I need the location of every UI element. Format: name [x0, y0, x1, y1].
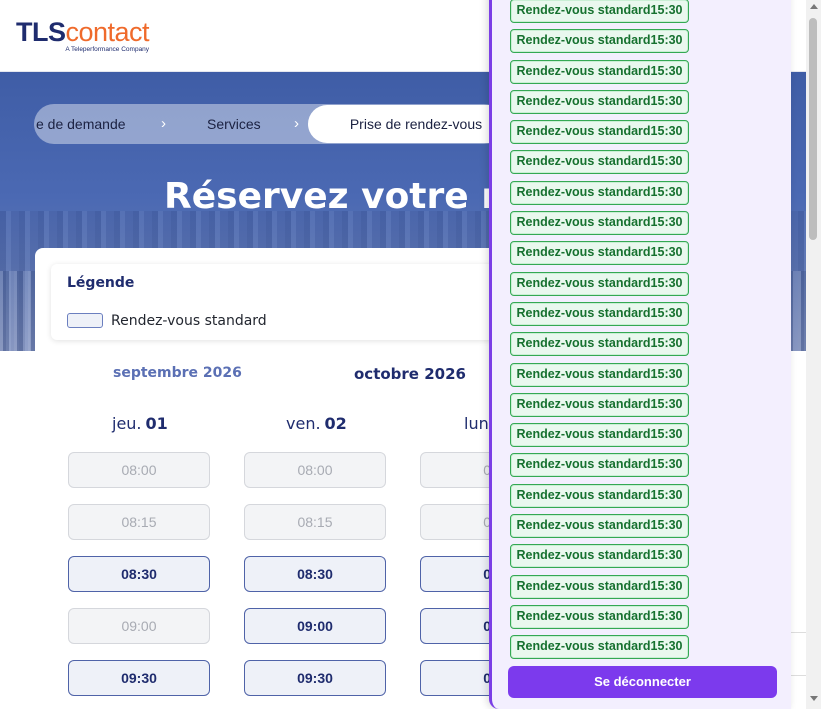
slot-tag[interactable]: Rendez-vous standard15:30 — [510, 332, 689, 357]
slot-tag[interactable]: Rendez-vous standard15:30 — [510, 120, 689, 145]
time-slot-available[interactable]: 09:30 — [68, 660, 210, 696]
slot-tag[interactable]: Rendez-vous standard15:30 — [510, 89, 689, 114]
time-slot: 08:00 — [68, 452, 210, 488]
day-header: jeu. 01 — [112, 414, 168, 433]
page: TLScontact A Teleperformance Company e d… — [0, 0, 821, 709]
time-slot: 08:15 — [244, 504, 386, 540]
slot-tag[interactable]: Rendez-vous standard15:30 — [510, 211, 689, 236]
slot-tag[interactable]: Rendez-vous standard15:30 — [510, 483, 689, 508]
scrollbar-thumb[interactable] — [809, 18, 817, 240]
time-slot-available[interactable]: 09:30 — [244, 660, 386, 696]
floating-widget[interactable] — [790, 632, 806, 676]
day-number: 02 — [324, 414, 347, 433]
step-type-de-demande[interactable]: e de demande — [36, 104, 126, 144]
time-slot: 08:15 — [68, 504, 210, 540]
logo-tagline: A Teleperformance Company — [65, 46, 150, 53]
legend-title: Légende — [67, 275, 135, 291]
slot-tag[interactable]: Rendez-vous standard15:30 — [510, 453, 689, 478]
slot-tag[interactable]: Rendez-vous standard15:30 — [510, 392, 689, 417]
slot-tag[interactable]: Rendez-vous standard15:30 — [510, 241, 689, 266]
day-name: jeu. — [112, 414, 142, 433]
day-header: ven. 02 — [286, 414, 347, 433]
slot-tag[interactable]: Rendez-vous standard15:30 — [510, 301, 689, 326]
time-slot: 09:00 — [68, 608, 210, 644]
slot-tag[interactable]: Rendez-vous standard15:30 — [510, 362, 689, 387]
standard-swatch — [67, 313, 103, 328]
slot-tag[interactable]: Rendez-vous standard15:30 — [510, 271, 689, 296]
slot-tag[interactable]: Rendez-vous standard15:30 — [510, 514, 689, 539]
day-name: ven. — [286, 414, 321, 433]
slot-overlay-panel: Rendez-vous standard15:30 Rendez-vous sta… — [489, 0, 791, 709]
logo-contact-text: contact — [65, 17, 150, 47]
time-slot: 08:00 — [244, 452, 386, 488]
available-slots-list: Rendez-vous standard15:30 Rendez-vous sta… — [510, 0, 689, 666]
chevron-right-icon: › — [161, 115, 166, 132]
page-scrollbar[interactable] — [806, 0, 821, 709]
slot-tag[interactable]: Rendez-vous standard15:30 — [510, 574, 689, 599]
slot-tag[interactable]: Rendez-vous standard15:30 — [510, 635, 689, 660]
chevron-right-icon: › — [294, 115, 299, 132]
slot-tag[interactable]: Rendez-vous standard15:30 — [510, 604, 689, 629]
time-slot-available[interactable]: 08:30 — [68, 556, 210, 592]
day-header: lun — [464, 414, 489, 433]
slot-tag[interactable]: Rendez-vous standard15:30 — [510, 423, 689, 448]
slot-tag[interactable]: Rendez-vous standard15:30 — [510, 544, 689, 569]
slot-tag[interactable]: Rendez-vous standard15:30 — [510, 0, 689, 23]
slot-tag[interactable]: Rendez-vous standard15:30 — [510, 59, 689, 84]
current-month-tab[interactable]: octobre 2026 — [354, 365, 466, 383]
prev-month-tab[interactable]: septembre 2026 — [113, 365, 242, 381]
logout-button[interactable]: Se déconnecter — [508, 666, 777, 698]
progress-stepper: e de demande › Services › Prise de rende… — [34, 104, 524, 144]
scroll-down-icon[interactable] — [810, 696, 818, 701]
legend-box: Légende Rendez-vous standard — [51, 264, 511, 340]
tlscontact-logo[interactable]: TLScontact A Teleperformance Company — [16, 17, 150, 53]
legend-standard-label: Rendez-vous standard — [111, 313, 267, 329]
logo-tls-text: TLS — [16, 17, 66, 47]
day-number: 01 — [145, 414, 168, 433]
scroll-up-icon[interactable] — [810, 4, 818, 9]
time-slot-available[interactable]: 09:00 — [244, 608, 386, 644]
slot-tag[interactable]: Rendez-vous standard15:30 — [510, 150, 689, 175]
day-name: lun — [464, 414, 489, 433]
slot-tag[interactable]: Rendez-vous standard15:30 — [510, 180, 689, 205]
slot-tag[interactable]: Rendez-vous standard15:30 — [510, 29, 689, 54]
time-slot-available[interactable]: 08:30 — [244, 556, 386, 592]
step-services[interactable]: Services — [207, 104, 261, 144]
